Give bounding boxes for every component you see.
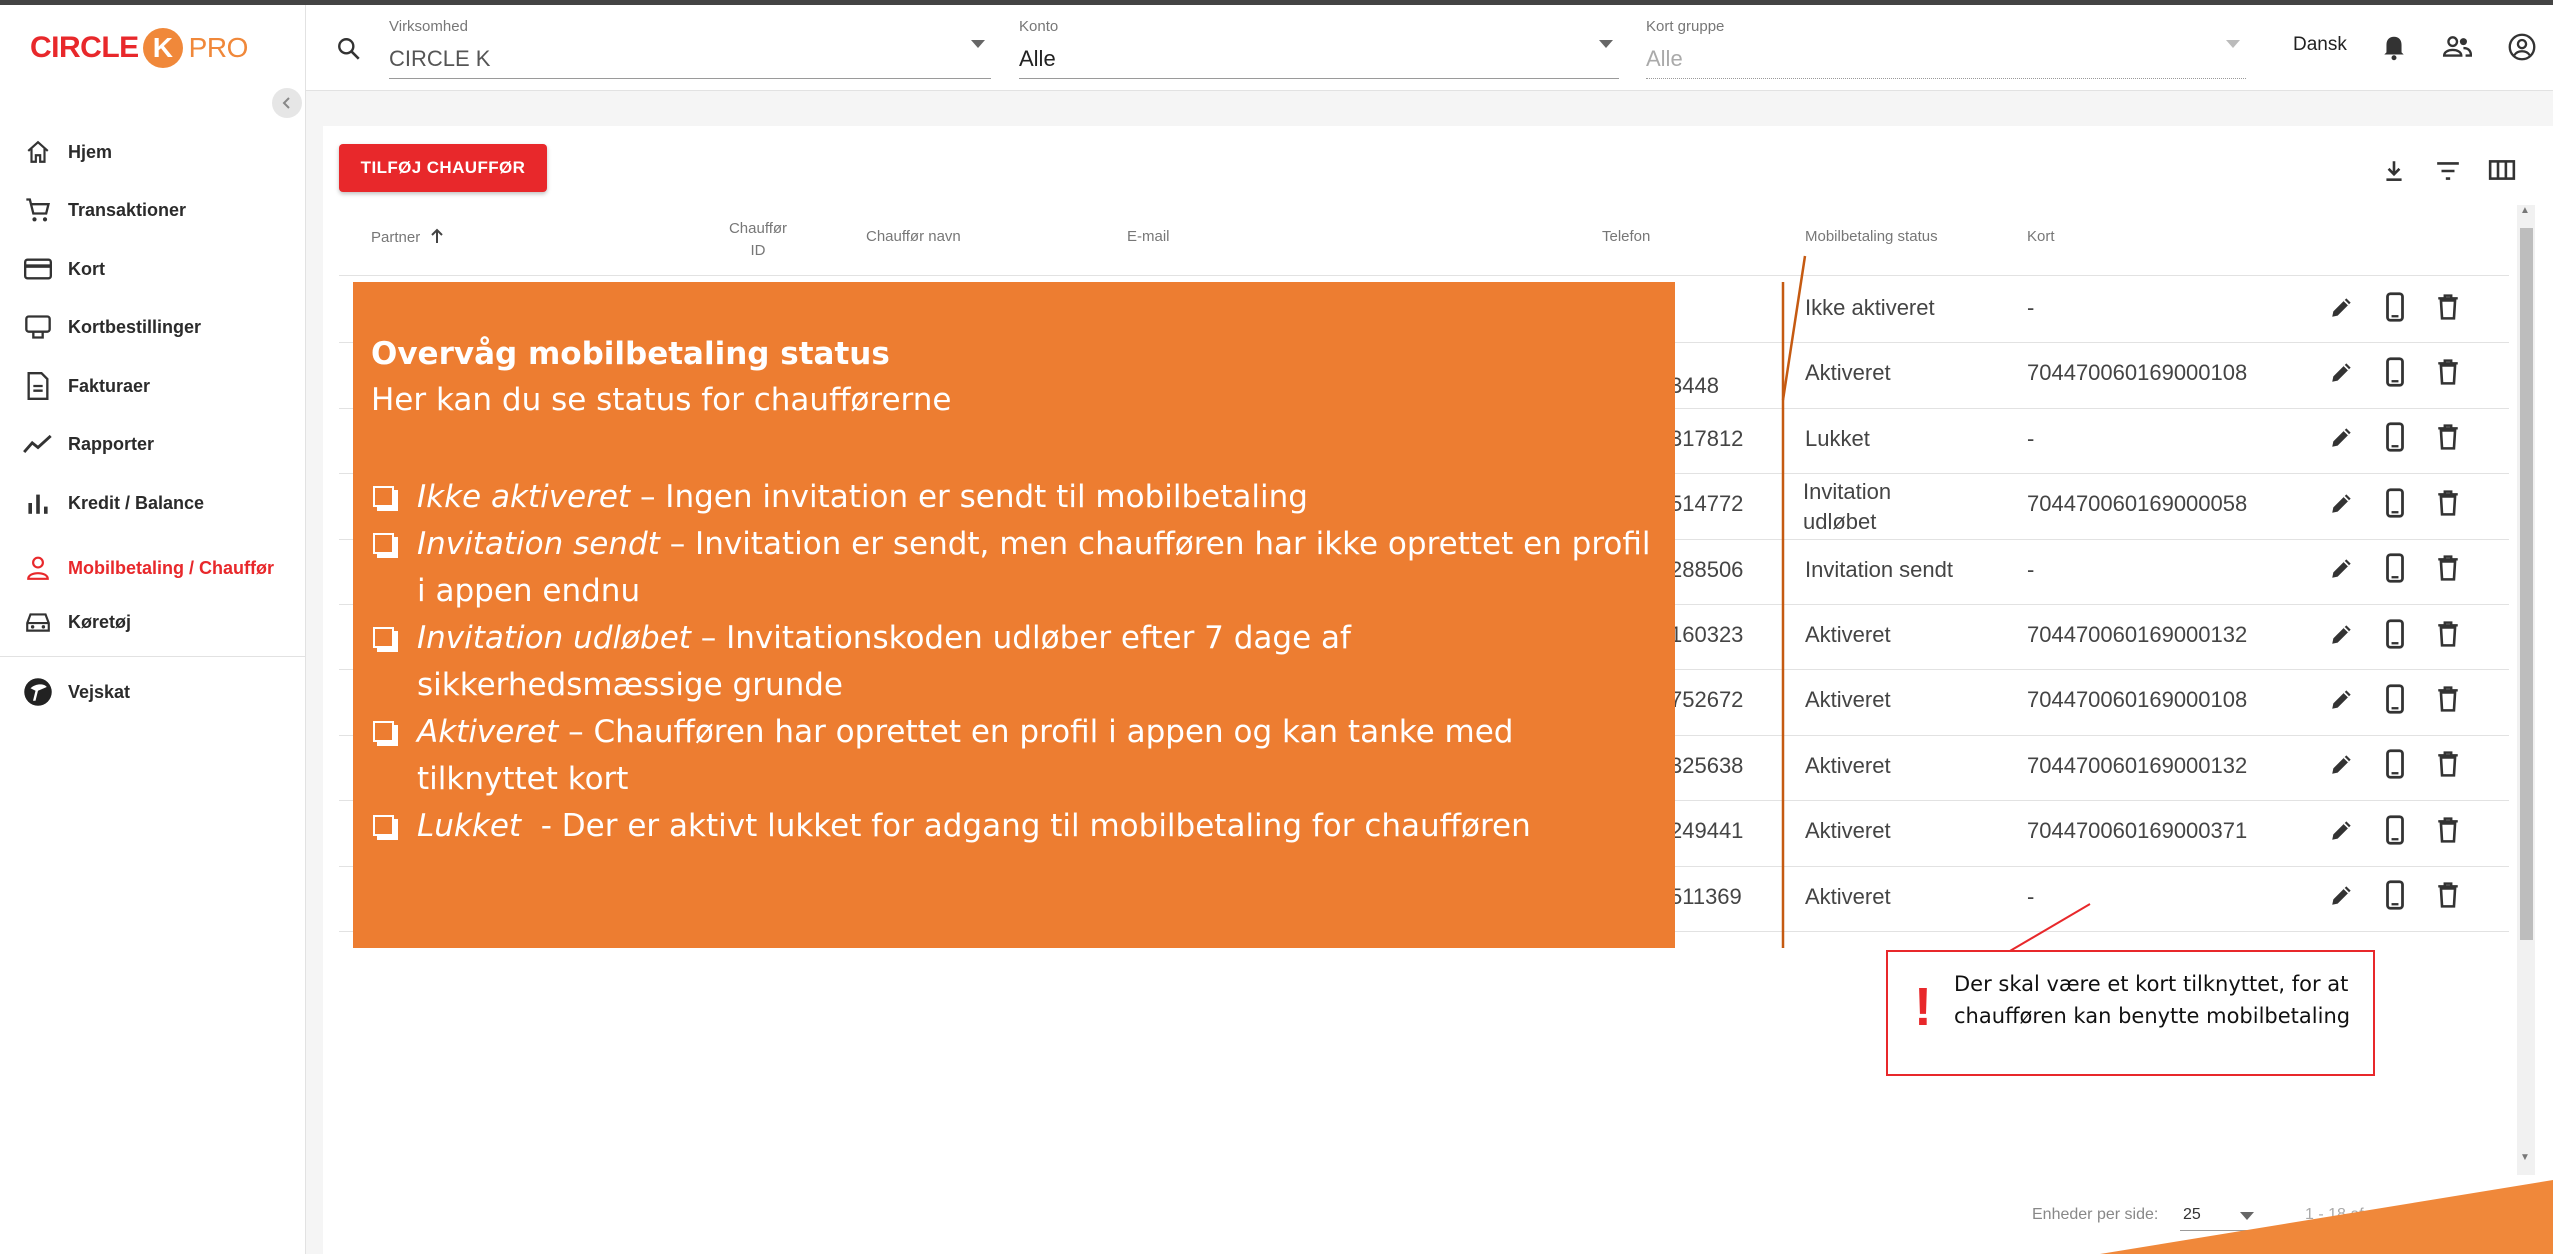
warning-mark: ! [1914,977,1932,1037]
orange-corner-decoration [2100,1180,2553,1254]
card-required-callout: ! Der skal være et kort tilknyttet, for … [1886,950,2375,1076]
callout-text: Der skal være et kort tilknyttet, for at… [1954,972,2351,1028]
